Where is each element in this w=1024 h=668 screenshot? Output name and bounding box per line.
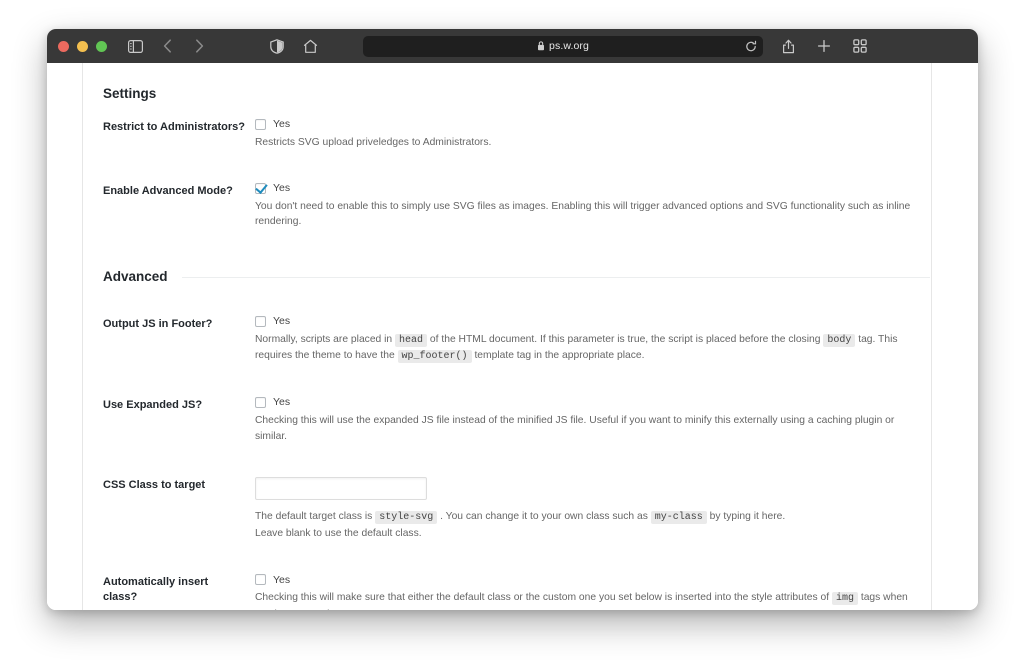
css-class-to-target-input[interactable] [255, 476, 427, 500]
section-header-settings: Settings [103, 85, 930, 103]
field-description: Normally, scripts are placed in head of … [255, 332, 915, 365]
field-description: The default target class is style-svg . … [255, 509, 923, 526]
desc-text: of the HTML document. If this parameter … [429, 333, 821, 345]
field-description: You don't need to enable this to simply … [255, 200, 911, 228]
admin-right-rail [931, 63, 978, 610]
checkbox-label: Yes [273, 573, 291, 586]
settings-form-table: Restrict to Administrators? Yes Restrict… [103, 103, 930, 247]
toolbar-right-icons [777, 35, 871, 57]
table-row: CSS Class to target The default target c… [103, 461, 930, 558]
page-title: Settings [103, 86, 157, 101]
screenshot-root: ps.w.org Settings Restrict to Administra… [0, 0, 1024, 668]
field-label-automatically-insert-class: Automatically insert class? [103, 576, 209, 604]
table-row: Restrict to Administrators? Yes Restrict… [103, 103, 930, 167]
field-label-restrict-to-administrators: Restrict to Administrators? [103, 120, 246, 133]
desc-text: The default target class is [255, 510, 373, 522]
reload-icon[interactable] [744, 40, 757, 53]
checkbox-row[interactable]: Yes [255, 181, 930, 194]
enable-advanced-mode-checkbox[interactable] [255, 182, 266, 194]
field-label-enable-advanced-mode: Enable Advanced Mode? [103, 184, 233, 197]
desc-text: . You can change it to your own class su… [440, 510, 648, 522]
automatically-insert-class-checkbox[interactable] [255, 574, 266, 586]
checkbox-label: Yes [273, 315, 291, 328]
toolbar-mid-icons [266, 35, 321, 57]
field-label-use-expanded-js: Use Expanded JS? [103, 398, 203, 411]
address-bar[interactable]: ps.w.org [363, 35, 763, 57]
lock-icon [537, 41, 545, 51]
desc-text: template tag in the appropriate place. [474, 350, 645, 362]
field-cell-restrict-to-administrators: Yes Restricts SVG upload priveledges to … [255, 103, 930, 167]
window-controls [58, 40, 107, 52]
back-button[interactable] [156, 35, 178, 57]
field-cell-automatically-insert-class: Yes Checking this will make sure that ei… [255, 558, 930, 610]
checkbox-label: Yes [273, 181, 291, 194]
field-cell-css-class-to-target: The default target class is style-svg . … [255, 461, 930, 558]
restrict-to-administrators-checkbox[interactable] [255, 118, 266, 130]
close-window-button[interactable] [58, 40, 69, 52]
field-cell-output-js-in-footer: Yes Normally, scripts are placed in head… [255, 300, 930, 381]
checkbox-label: Yes [273, 117, 291, 130]
home-icon[interactable] [299, 35, 321, 57]
checkbox-row[interactable]: Yes [255, 396, 930, 409]
address-bar-content: ps.w.org [363, 40, 763, 52]
table-row: Use Expanded JS? Yes Checking this will … [103, 381, 930, 461]
output-js-in-footer-checkbox[interactable] [255, 315, 266, 327]
desc-text: by typing it here. [709, 510, 786, 522]
browser-toolbar: ps.w.org [47, 29, 978, 63]
page-viewport: Settings Restrict to Administrators? Yes [47, 63, 978, 610]
settings-page: Settings Restrict to Administrators? Yes [84, 63, 930, 610]
table-row: Automatically insert class? Yes Checking… [103, 558, 930, 610]
section-title-advanced: Advanced [103, 269, 168, 285]
code-token-style-svg: style-svg [375, 510, 438, 524]
browser-window: ps.w.org Settings Restrict to Administra… [47, 29, 978, 610]
desc-text: Checking this will make sure that either… [255, 592, 830, 604]
field-description-secondary: Leave blank to use the default class. [255, 528, 422, 540]
minimize-window-button[interactable] [77, 40, 88, 52]
desc-text: Normally, scripts are placed in [255, 333, 393, 345]
checkbox-row[interactable]: Yes [255, 315, 930, 328]
advanced-form-table: Output JS in Footer? Yes Normally, scrip… [103, 300, 930, 610]
code-token-my-class: my-class [650, 510, 707, 524]
field-description: Checking this will use the expanded JS f… [255, 414, 895, 442]
tab-overview-icon[interactable] [849, 35, 871, 57]
field-label-output-js-in-footer: Output JS in Footer? [103, 317, 213, 330]
code-token-head: head [395, 333, 428, 347]
code-token-body: body [823, 333, 856, 347]
use-expanded-js-checkbox[interactable] [255, 396, 266, 408]
table-row: Enable Advanced Mode? Yes You don't need… [103, 167, 930, 247]
maximize-window-button[interactable] [96, 40, 107, 52]
field-cell-use-expanded-js: Yes Checking this will use the expanded … [255, 381, 930, 461]
section-divider [181, 276, 930, 278]
checkbox-row[interactable]: Yes [255, 573, 930, 586]
admin-left-rail [47, 63, 83, 610]
forward-button[interactable] [188, 35, 210, 57]
url-text: ps.w.org [549, 40, 589, 52]
section-header-advanced: Advanced [103, 268, 930, 286]
checkbox-row[interactable]: Yes [255, 117, 930, 130]
sidebar-icon[interactable] [124, 35, 146, 57]
toolbar-left-icons [124, 35, 210, 57]
code-token-wp-footer: wp_footer() [397, 350, 472, 364]
code-token-img: img [831, 592, 858, 606]
shield-icon[interactable] [266, 35, 288, 57]
field-description: Restricts SVG upload priveledges to Admi… [255, 136, 492, 148]
share-icon[interactable] [777, 35, 799, 57]
table-row: Output JS in Footer? Yes Normally, scrip… [103, 300, 930, 381]
new-tab-icon[interactable] [813, 35, 835, 57]
checkbox-label: Yes [273, 396, 291, 409]
field-description: Checking this will make sure that either… [255, 590, 923, 610]
field-label-css-class-to-target: CSS Class to target [103, 478, 206, 491]
field-cell-enable-advanced-mode: Yes You don't need to enable this to sim… [255, 167, 930, 247]
